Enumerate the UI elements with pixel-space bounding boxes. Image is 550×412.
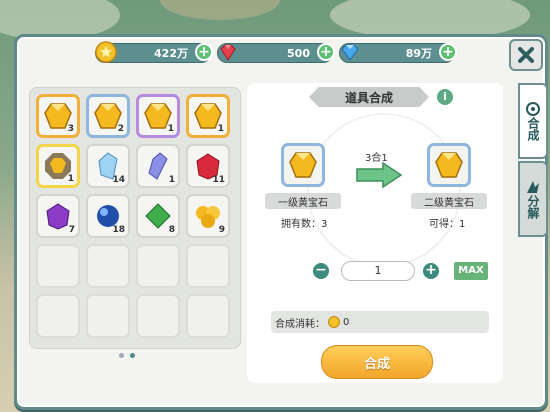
gold-coin-icon [95,41,117,63]
inventory-grid: 3 2 1 1 1 14 1 11 7 18 8 9 [36,94,230,338]
synthesis-area: 道具合成 i 3合1 一级黄宝石 二级黄宝石 拥有数：3 可得：1 − 1 + … [247,83,503,383]
obtainable-count: 可得：1 [429,219,466,230]
item-count: 7 [68,225,75,235]
decrease-button[interactable]: − [311,261,331,281]
empty-inventory-slot[interactable] [186,294,230,338]
page-indicator [119,353,135,358]
empty-inventory-slot[interactable] [86,294,130,338]
target-item-name: 二级黄宝石 [411,193,487,209]
inventory-slot[interactable]: 7 [36,194,80,238]
arrow-right-icon [356,161,403,189]
increase-button[interactable]: + [421,261,441,281]
empty-inventory-slot[interactable] [186,244,230,288]
quantity-input[interactable]: 1 [341,261,415,281]
diamond-icon [341,44,359,61]
item-count: 1 [168,175,175,185]
ruby-gem-icon [220,44,236,61]
page-dot[interactable] [119,353,124,358]
inventory-slot[interactable]: 1 [136,94,180,138]
inventory-slot[interactable]: 9 [186,194,230,238]
page-dot-active[interactable] [130,353,135,358]
diamond-currency: 89万 + [339,42,457,64]
inventory-slot[interactable]: 2 [86,94,130,138]
add-diamond-button[interactable]: + [439,43,457,61]
inventory-panel: 3 2 1 1 1 14 1 11 7 18 8 9 [29,87,241,349]
tab-decompose[interactable]: 分解 [518,161,548,237]
yellow-gem-icon [289,152,317,178]
inventory-slot[interactable]: 8 [136,194,180,238]
ruby-currency: 500 + [217,42,335,64]
synthesize-button[interactable]: 合成 [321,345,433,379]
item-count: 8 [168,225,175,235]
item-count: 1 [217,124,224,134]
inventory-slot[interactable]: 18 [86,194,130,238]
empty-inventory-slot[interactable] [36,294,80,338]
background-rock [160,0,280,20]
close-button[interactable] [509,39,543,71]
item-count: 1 [67,174,74,184]
item-count: 3 [67,124,74,134]
inventory-slot[interactable]: 1 [186,94,230,138]
source-item-name: 一级黄宝石 [265,193,341,209]
max-button[interactable]: MAX [453,261,489,281]
synthesis-panel: 422万 + 500 + 89万 + 3 2 1 1 1 14 1 11 7 1… [14,34,548,410]
inventory-slot[interactable]: 1 [36,144,80,188]
tab-synthesize[interactable]: 合成 [518,83,548,159]
item-count: 18 [112,225,125,235]
empty-inventory-slot[interactable] [36,244,80,288]
tab-synthesize-label: 合成 [526,117,540,141]
item-count: 1 [167,124,174,134]
cost-bar: 合成消耗： 0 [271,311,489,333]
inventory-slot[interactable]: 11 [186,144,230,188]
cost-value: 0 [343,316,350,328]
target-item-slot[interactable] [427,143,471,187]
gold-coin-icon [328,316,340,328]
item-count: 14 [112,175,125,185]
inventory-slot[interactable]: 3 [36,94,80,138]
currency-bar: 422万 + 500 + 89万 + [95,41,457,65]
tab-decompose-label: 分解 [526,195,540,219]
gear-swirl-icon [526,102,540,116]
inventory-slot[interactable]: 1 [136,144,180,188]
close-icon [518,47,534,63]
info-icon[interactable]: i [437,89,453,105]
shatter-icon [527,181,539,193]
emblem-watermark [307,113,461,267]
owned-count: 拥有数：3 [281,219,328,230]
item-count: 2 [117,124,124,134]
empty-inventory-slot[interactable] [136,294,180,338]
item-count: 9 [218,225,225,235]
cost-label: 合成消耗： [275,318,325,330]
synthesis-title: 道具合成 [309,87,429,107]
yellow-gem-icon [435,152,463,178]
inventory-slot[interactable]: 14 [86,144,130,188]
item-count: 11 [212,175,225,185]
add-gold-button[interactable]: + [195,43,213,61]
empty-inventory-slot[interactable] [136,244,180,288]
gold-currency: 422万 + [95,41,213,64]
add-ruby-button[interactable]: + [317,43,335,61]
empty-inventory-slot[interactable] [86,244,130,288]
source-item-slot[interactable] [281,143,325,187]
